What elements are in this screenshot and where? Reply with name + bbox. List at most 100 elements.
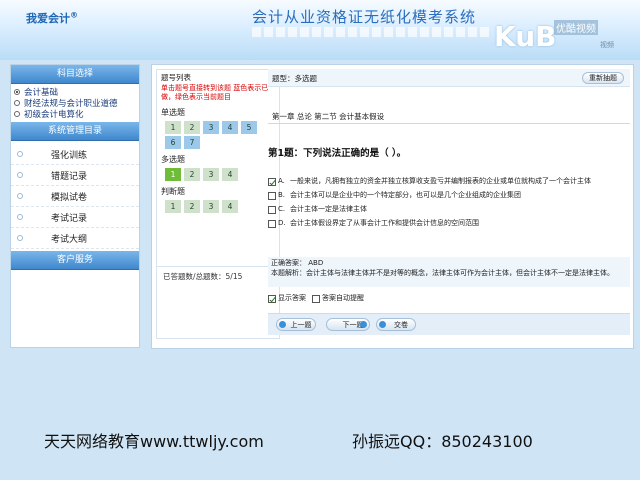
- multi-choice-grid: 1 2 3 4: [157, 165, 265, 182]
- divider: [268, 123, 630, 124]
- radio-icon: [14, 99, 20, 106]
- question-number-current[interactable]: 1: [165, 168, 181, 181]
- answer-explanation-box: 正确答案： ABD 本题解析：会计主体与法律主体并不是对等的概念，法律主体可作为…: [268, 257, 630, 287]
- checkbox-icon[interactable]: [312, 294, 320, 303]
- arrow-left-icon: [279, 321, 286, 328]
- app-title: 会计从业资格证无纸化模考系统: [252, 8, 477, 26]
- judge-grid: 1 2 3 4: [157, 197, 265, 214]
- answer-toggles: 显示答案 答案自动提醒: [268, 293, 370, 303]
- checkbox-checked-icon[interactable]: [268, 178, 276, 186]
- menu-item-exam-outline[interactable]: 考试大纲: [11, 228, 139, 249]
- option-c[interactable]: C. 会计主体一定是法律主体: [268, 205, 630, 214]
- arrow-right-icon: [360, 321, 367, 328]
- header-subtitle-reflection: [252, 27, 492, 37]
- video-watermark: KuB: [494, 20, 557, 53]
- button-label: 交卷: [394, 321, 408, 329]
- question-number[interactable]: 5: [241, 121, 257, 134]
- section-label-judge: 判断题: [161, 187, 185, 196]
- subject-radio-group: 会计基础 财经法规与会计职业道德 初级会计电算化: [11, 84, 139, 122]
- question-number[interactable]: 3: [203, 200, 219, 213]
- toggle-label: 显示答案: [278, 294, 306, 302]
- sidebar: 科目选择 会计基础 财经法规与会计职业道德 初级会计电算化 系统管理目录 强化训…: [10, 64, 140, 348]
- subject-radio-finance-law[interactable]: 财经法规与会计职业道德: [11, 97, 139, 109]
- radio-icon: [14, 110, 20, 117]
- show-answer-toggle[interactable]: 显示答案: [268, 293, 306, 303]
- option-text: 会计主体一定是法律主体: [290, 205, 367, 213]
- system-menu: 强化训练 错题记录 模拟试卷 考试记录 考试大纲: [11, 141, 139, 251]
- bullet-icon: [17, 172, 23, 178]
- menu-label: 强化训练: [51, 150, 88, 161]
- next-question-button[interactable]: 下一题: [326, 318, 370, 331]
- radio-selected-icon: [14, 88, 20, 95]
- submit-exam-button[interactable]: 交卷: [376, 318, 416, 331]
- answer-options: A. 一般来说，凡拥有独立的资金并独立核算收支盈亏并编制报表的企业或单位就构成了…: [268, 177, 630, 233]
- question-number[interactable]: 3: [203, 168, 219, 181]
- menu-item-intensive-training[interactable]: 强化训练: [11, 144, 139, 165]
- redraw-question-button[interactable]: 重新抽题: [582, 72, 624, 84]
- system-menu-header: 系统管理目录: [11, 122, 139, 141]
- prev-question-button[interactable]: 上一题: [276, 318, 316, 331]
- menu-item-exam-records[interactable]: 考试记录: [11, 207, 139, 228]
- menu-label: 模拟试卷: [51, 192, 88, 203]
- option-text: 一般来说，凡拥有独立的资金并独立核算收支盈亏并编制报表的企业或单位就构成了一个会…: [290, 177, 591, 185]
- question-list-note: 单击题号直接转到该题 蓝色表示已做，绿色表示当前题目: [161, 84, 269, 101]
- option-d[interactable]: D. 会计主体假设界定了从事会计工作和提供会计信息的空间范围: [268, 219, 630, 228]
- menu-item-error-records[interactable]: 错题记录: [11, 165, 139, 186]
- video-watermark-cn: 优酷视频: [554, 20, 598, 35]
- question-number[interactable]: 2: [184, 121, 200, 134]
- option-letter: B.: [278, 191, 286, 199]
- question-number[interactable]: 2: [184, 168, 200, 181]
- menu-label: 考试记录: [51, 213, 88, 224]
- option-text: 会计主体假设界定了从事会计工作和提供会计信息的空间范围: [290, 219, 479, 227]
- section-label-multi: 多选题: [161, 155, 185, 164]
- question-text: 第1题：下列说法正确的是（ ）。: [268, 148, 407, 159]
- logo-text: 我爱会计: [26, 12, 70, 25]
- checkbox-icon[interactable]: [268, 206, 276, 214]
- app-logo: 我爱会计®: [26, 10, 78, 25]
- question-number[interactable]: 7: [184, 136, 200, 149]
- option-letter: A.: [278, 177, 285, 185]
- exam-main-panel: 题号列表 单击题号直接转到该题 蓝色表示已做，绿色表示当前题目 单选题 1 2 …: [151, 64, 634, 349]
- menu-label: 错题记录: [51, 171, 88, 182]
- option-b[interactable]: B. 会计主体可以是企业中的一个特定部分，也可以是几个企业组成的企业集团: [268, 191, 630, 200]
- bullet-icon: [17, 214, 23, 220]
- question-list-title: 题号列表: [161, 73, 191, 82]
- option-a[interactable]: A. 一般来说，凡拥有独立的资金并独立核算收支盈亏并编制报表的企业或单位就构成了…: [268, 177, 630, 186]
- subject-label: 初级会计电算化: [24, 109, 84, 120]
- question-list-panel: 题号列表 单击题号直接转到该题 蓝色表示已做，绿色表示当前题目 单选题 1 2 …: [156, 69, 280, 339]
- video-watermark-small: 视频: [600, 41, 614, 49]
- section-label-single: 单选题: [161, 108, 185, 117]
- question-number[interactable]: 6: [165, 136, 181, 149]
- question-nav-bar: 上一题 下一题 交卷: [268, 313, 630, 335]
- question-type-bar: 题型：多选题 重新抽题: [268, 69, 630, 87]
- question-number[interactable]: 3: [203, 121, 219, 134]
- chapter-label: 第一章 总论 第二节 会计基本假设: [272, 112, 385, 121]
- checkbox-checked-icon[interactable]: [268, 294, 276, 303]
- bullet-icon: [17, 193, 23, 199]
- question-number[interactable]: 1: [165, 121, 181, 134]
- option-text: 会计主体可以是企业中的一个特定部分，也可以是几个企业组成的企业集团: [290, 191, 521, 199]
- submit-icon: [379, 321, 386, 328]
- footer-website: 天天网络教育www.ttwljy.com: [44, 432, 264, 451]
- option-letter: C.: [278, 205, 286, 213]
- auto-answer-toggle[interactable]: 答案自动提醒: [312, 293, 364, 303]
- question-number[interactable]: 4: [222, 168, 238, 181]
- header-banner: 我爱会计® 会计从业资格证无纸化模考系统 KuB 优酷视频 视频: [0, 0, 640, 60]
- subject-radio-computerized-accounting[interactable]: 初级会计电算化: [11, 108, 139, 120]
- question-number[interactable]: 2: [184, 200, 200, 213]
- checkbox-icon[interactable]: [268, 220, 276, 228]
- question-type: 题型：多选题: [272, 74, 317, 83]
- question-number[interactable]: 1: [165, 200, 181, 213]
- menu-item-mock-exam[interactable]: 模拟试卷: [11, 186, 139, 207]
- option-letter: D.: [278, 219, 286, 227]
- correct-answer: 正确答案： ABD: [271, 259, 324, 267]
- answer-explanation: 本题解析：会计主体与法律主体并不是对等的概念，法律主体可作为会计主体，但会计主体…: [271, 269, 614, 277]
- customer-service-header[interactable]: 客户服务: [11, 251, 139, 270]
- question-number[interactable]: 4: [222, 121, 238, 134]
- footer-qq: 孙振远QQ：850243100: [352, 432, 533, 451]
- subject-radio-accounting-basics[interactable]: 会计基础: [11, 86, 139, 98]
- subject-select-header: 科目选择: [11, 65, 139, 84]
- question-number[interactable]: 4: [222, 200, 238, 213]
- checkbox-icon[interactable]: [268, 192, 276, 200]
- toggle-label: 答案自动提醒: [322, 294, 364, 302]
